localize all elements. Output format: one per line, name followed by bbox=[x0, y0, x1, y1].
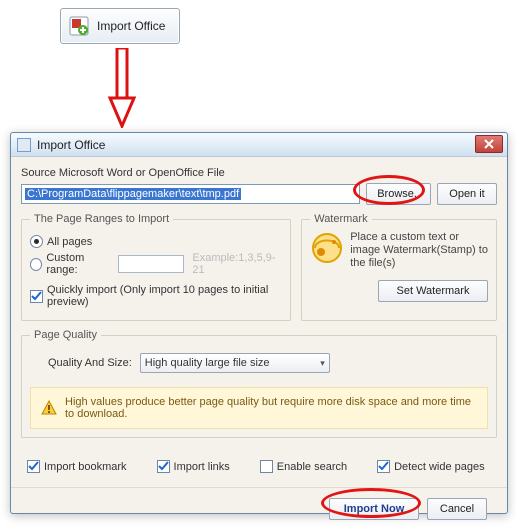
quality-hint-text: High values produce better page quality … bbox=[65, 396, 477, 420]
detect-wide-checkbox[interactable] bbox=[377, 460, 390, 473]
source-file-value: C:\ProgramData\flippagemaker\text\tmp.pd… bbox=[25, 188, 241, 200]
page-quality-legend: Page Quality bbox=[30, 329, 101, 341]
titlebar: Import Office bbox=[11, 133, 507, 157]
open-it-button[interactable]: Open it bbox=[437, 183, 497, 205]
import-links-checkbox[interactable] bbox=[157, 460, 170, 473]
close-button[interactable] bbox=[475, 135, 503, 153]
app-icon bbox=[17, 138, 31, 152]
import-office-dialog: Import Office Source Microsoft Word or O… bbox=[10, 132, 508, 514]
detect-wide-label: Detect wide pages bbox=[394, 461, 485, 473]
quick-import-checkbox[interactable] bbox=[30, 290, 43, 303]
quality-hint: High values produce better page quality … bbox=[30, 387, 488, 429]
browse-button[interactable]: Browse.. bbox=[366, 183, 431, 205]
watermark-icon bbox=[310, 231, 344, 265]
cancel-button[interactable]: Cancel bbox=[427, 498, 487, 520]
dialog-title: Import Office bbox=[37, 138, 105, 152]
warning-icon bbox=[41, 400, 57, 416]
import-bookmark-label: Import bookmark bbox=[44, 461, 127, 473]
chevron-down-icon: ▾ bbox=[320, 358, 325, 369]
custom-range-label: Custom range: bbox=[46, 252, 114, 276]
all-pages-label: All pages bbox=[47, 236, 92, 248]
import-now-button[interactable]: Import Now bbox=[329, 498, 419, 520]
set-watermark-button[interactable]: Set Watermark bbox=[378, 280, 488, 302]
page-ranges-legend: The Page Ranges to Import bbox=[30, 213, 173, 225]
custom-range-radio[interactable] bbox=[30, 258, 42, 271]
watermark-desc: Place a custom text or image Watermark(S… bbox=[350, 231, 488, 270]
custom-range-input[interactable] bbox=[118, 255, 184, 273]
page-ranges-group: The Page Ranges to Import All pages Cust… bbox=[21, 213, 291, 321]
close-icon bbox=[483, 139, 495, 149]
source-file-label: Source Microsoft Word or OpenOffice File bbox=[21, 167, 497, 179]
quality-selected-value: High quality large file size bbox=[145, 357, 270, 369]
toolbar-import-office-label: Import Office bbox=[97, 19, 165, 33]
page-quality-group: Page Quality Quality And Size: High qual… bbox=[21, 329, 497, 438]
enable-search-label: Enable search bbox=[277, 461, 347, 473]
enable-search-checkbox[interactable] bbox=[260, 460, 273, 473]
watermark-legend: Watermark bbox=[310, 213, 371, 225]
quality-select[interactable]: High quality large file size ▾ bbox=[140, 353, 330, 373]
import-bookmark-checkbox[interactable] bbox=[27, 460, 40, 473]
quality-label: Quality And Size: bbox=[48, 357, 132, 369]
import-links-label: Import links bbox=[174, 461, 230, 473]
import-office-icon bbox=[69, 16, 89, 36]
watermark-group: Watermark Place a custom text or image W… bbox=[301, 213, 497, 321]
all-pages-radio[interactable] bbox=[30, 235, 43, 248]
custom-range-example: Example:1,3,5,9-21 bbox=[192, 252, 282, 276]
quick-import-label: Quickly import (Only import 10 pages to … bbox=[47, 284, 282, 308]
arrow-indicator bbox=[107, 48, 137, 128]
source-file-input[interactable]: C:\ProgramData\flippagemaker\text\tmp.pd… bbox=[21, 184, 360, 204]
toolbar-import-office-button[interactable]: Import Office bbox=[60, 8, 180, 44]
